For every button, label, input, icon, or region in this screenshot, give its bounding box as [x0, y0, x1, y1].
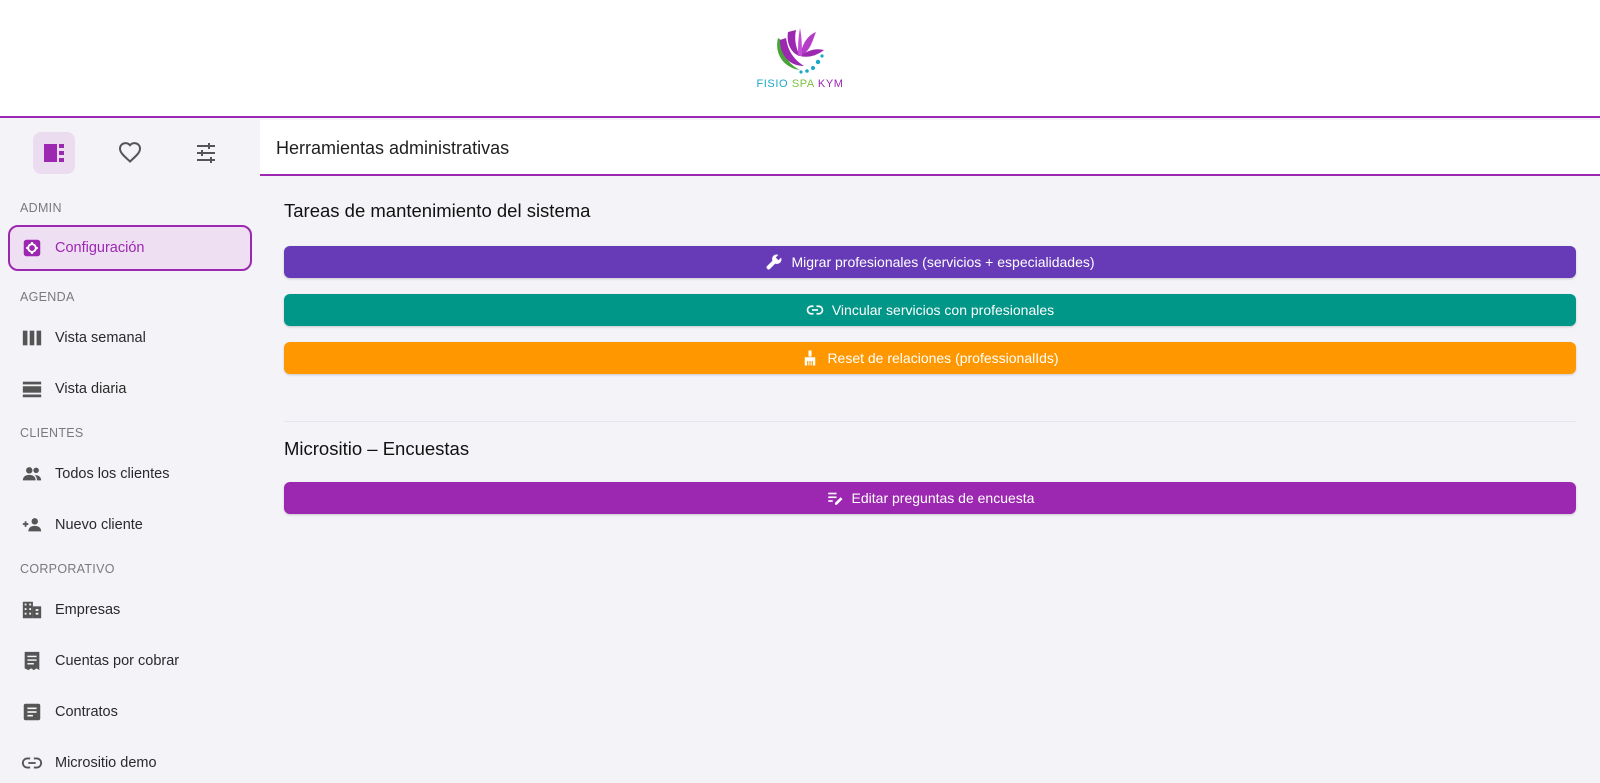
person-add-icon — [20, 513, 44, 537]
maintenance-section-title: Tareas de mantenimiento del sistema — [284, 200, 591, 221]
broom-icon — [801, 349, 819, 367]
tab-favorites[interactable] — [109, 132, 151, 174]
edit-note-icon — [826, 489, 844, 507]
wrench-icon — [765, 253, 783, 271]
dashboard-icon — [44, 144, 64, 162]
section-label-corporativo: CORPORATIVO — [20, 562, 115, 576]
day-view-icon — [20, 377, 44, 401]
brand-logo: FISIO SPA KYM — [752, 24, 848, 94]
sidebar-tabs — [0, 132, 260, 174]
sidebar-item-label: Configuración — [55, 240, 145, 256]
tab-settings[interactable] — [185, 132, 227, 174]
sidebar-item-label: Todos los clientes — [55, 466, 170, 482]
sidebar-item-cuentas-por-cobrar[interactable]: Cuentas por cobrar — [8, 638, 252, 684]
brand-word-fisio: FISIO — [756, 78, 789, 90]
sidebar-item-label: Vista semanal — [55, 330, 146, 346]
sidebar-item-micrositio-demo[interactable]: Micrositio demo — [8, 740, 252, 783]
sidebar-item-vista-diaria[interactable]: Vista diaria — [8, 366, 252, 412]
building-icon — [20, 598, 44, 622]
reset-relations-label: Reset de relaciones (professionalIds) — [827, 350, 1059, 366]
section-label-clientes: CLIENTES — [20, 426, 84, 440]
sidebar-item-label: Contratos — [55, 704, 118, 720]
migrate-professionals-label: Migrar profesionales (servicios + especi… — [791, 254, 1095, 270]
edit-survey-questions-label: Editar preguntas de encuesta — [851, 490, 1035, 506]
sidebar-item-vista-semanal[interactable]: Vista semanal — [8, 315, 252, 361]
section-label-admin: ADMIN — [20, 201, 62, 215]
main-header: Herramientas administrativas — [260, 120, 1600, 176]
week-view-icon — [20, 326, 44, 350]
brand-word-spa: SPA — [791, 78, 815, 90]
sidebar-item-nuevo-cliente[interactable]: Nuevo cliente — [8, 502, 252, 548]
sidebar-item-label: Vista diaria — [55, 381, 127, 397]
brand-word-kym: KYM — [817, 78, 844, 90]
sidebar-item-empresas[interactable]: Empresas — [8, 587, 252, 633]
survey-section-title: Micrositio – Encuestas — [284, 438, 470, 459]
sidebar-item-label: Cuentas por cobrar — [55, 653, 180, 669]
tune-icon — [197, 143, 215, 163]
link-services-label: Vincular servicios con profesionales — [831, 302, 1055, 318]
tab-dashboard[interactable] — [33, 132, 75, 174]
link-services-button[interactable]: Vincular servicios con profesionales — [284, 294, 1576, 326]
receipt-icon — [20, 649, 44, 673]
heart-icon — [118, 142, 142, 163]
link-icon — [806, 301, 824, 319]
brand-wordmark: FISIO SPA KYM — [752, 78, 848, 90]
sidebar-item-contratos[interactable]: Contratos — [8, 689, 252, 735]
main-content: Tareas de mantenimiento del sistema Migr… — [260, 176, 1600, 783]
sidebar-item-label: Empresas — [55, 602, 121, 618]
sidebar-item-label: Nuevo cliente — [55, 517, 143, 533]
document-icon — [20, 700, 44, 724]
section-label-agenda: AGENDA — [20, 290, 75, 304]
sidebar-item-configuracion[interactable]: Configuración — [8, 225, 252, 271]
edit-survey-questions-button[interactable]: Editar preguntas de encuesta — [284, 482, 1576, 514]
sidebar-item-label: Micrositio demo — [55, 755, 157, 771]
reset-relations-button[interactable]: Reset de relaciones (professionalIds) — [284, 342, 1576, 374]
link-icon — [20, 751, 44, 775]
butterfly-logo-icon — [777, 28, 824, 74]
sidebar: ADMIN Configuración AGENDA Vista semanal… — [0, 120, 260, 783]
people-icon — [20, 462, 44, 486]
sidebar-item-todos-los-clientes[interactable]: Todos los clientes — [8, 451, 252, 497]
page-title: Herramientas administrativas — [276, 138, 510, 158]
section-divider — [284, 421, 1576, 422]
migrate-professionals-button[interactable]: Migrar profesionales (servicios + especi… — [284, 246, 1576, 278]
top-header: FISIO SPA KYM — [0, 0, 1600, 118]
settings-icon — [20, 236, 44, 260]
